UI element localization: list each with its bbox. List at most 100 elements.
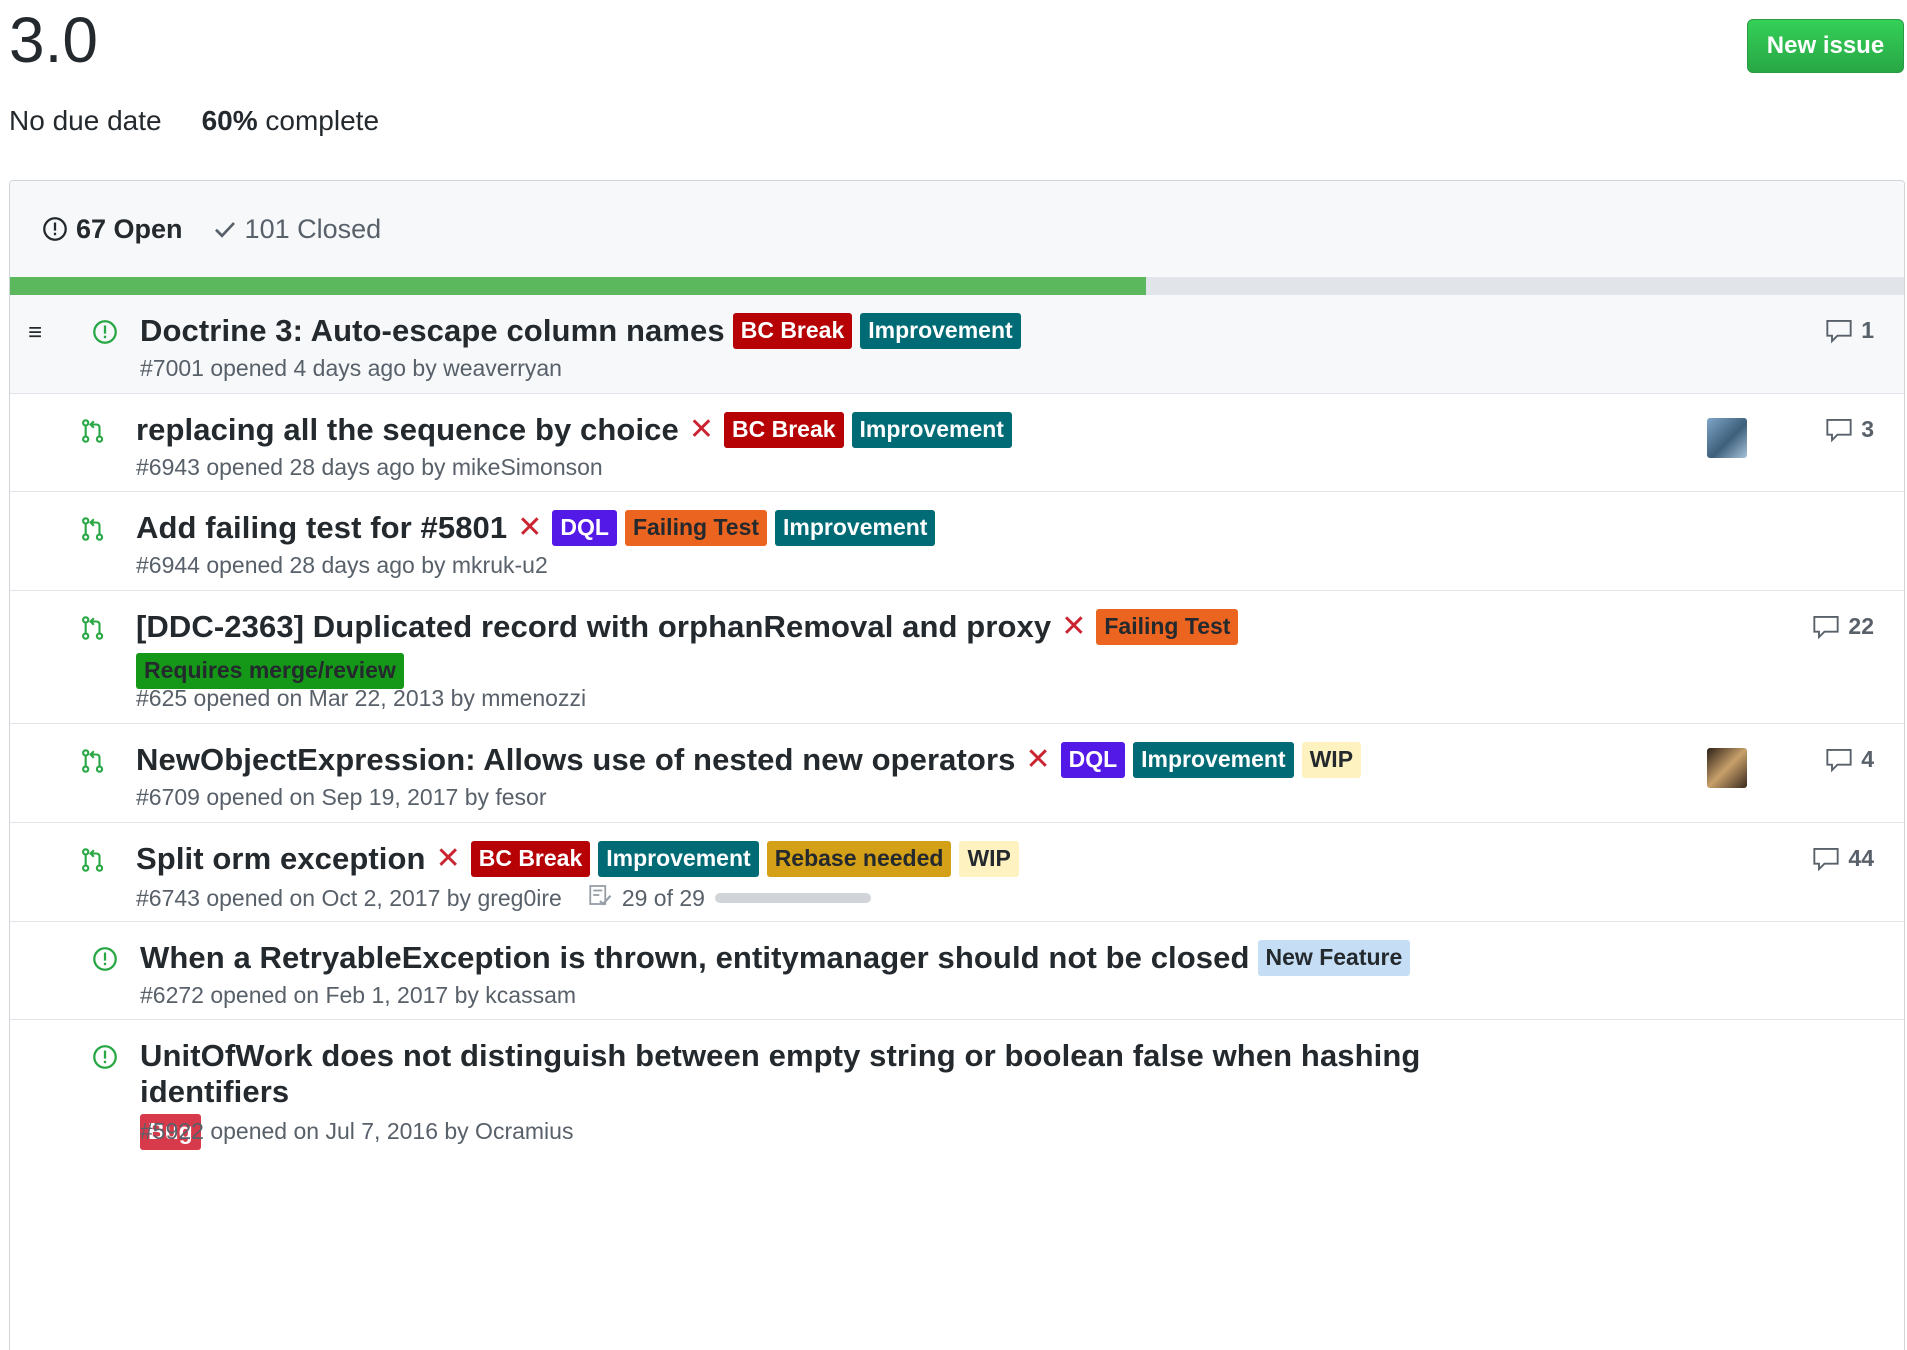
issue-meta-text: #7001 opened 4 days ago by weaverryan: [140, 355, 562, 381]
issue-meta: #5922 opened on Jul 7, 2016 by Ocramius: [140, 1118, 573, 1145]
issue-meta: #625 opened on Mar 22, 2013 by mmenozzi: [136, 685, 586, 712]
issue-meta: #6743 opened on Oct 2, 2017 by greg0ire 2…: [136, 883, 871, 913]
issue-title[interactable]: Add failing test for #5801: [136, 510, 507, 546]
issue-label[interactable]: BC Break: [732, 313, 853, 349]
issue-label[interactable]: Improvement: [860, 313, 1021, 349]
issue-meta-text: #6743 opened on Oct 2, 2017 by greg0ire: [136, 884, 562, 911]
milestone-meta: No due date 60% complete: [9, 105, 379, 137]
comment-icon: [1812, 614, 1840, 640]
ci-failure-icon[interactable]: ✕: [689, 415, 714, 445]
issue-label[interactable]: Improvement: [1133, 742, 1294, 778]
comment-count[interactable]: 44: [1812, 845, 1874, 872]
check-icon: [214, 222, 235, 238]
drag-handle-icon[interactable]: ≡: [28, 319, 42, 347]
comment-icon: [1812, 846, 1840, 872]
issue-label[interactable]: Failing Test: [624, 510, 768, 546]
issue-title-line: When a RetryableException is thrown, ent…: [140, 940, 1411, 976]
issue-label[interactable]: Improvement: [851, 412, 1012, 448]
comment-count[interactable]: 1: [1825, 317, 1874, 344]
issue-title[interactable]: UnitOfWork does not distinguish between …: [140, 1038, 1470, 1110]
milestone-progress-fill: [10, 277, 1147, 295]
issue-meta-text: #6709 opened on Sep 19, 2017 by fesor: [136, 784, 547, 810]
issue-title-line: Doctrine 3: Auto-escape column names BC B…: [140, 313, 1021, 349]
issue-title[interactable]: When a RetryableException is thrown, ent…: [140, 940, 1250, 976]
issue-label[interactable]: Improvement: [598, 841, 759, 877]
task-progress-text: 29 of 29: [621, 884, 705, 911]
closed-filter[interactable]: 101 Closed: [213, 213, 382, 245]
milestone-progress-bar: [10, 277, 1904, 295]
issue-row: ≡ Doctrine 3: Auto-escape column names BC …: [10, 295, 1904, 393]
comment-count[interactable]: 22: [1812, 613, 1874, 640]
issue-label[interactable]: DQL: [552, 510, 617, 546]
issue-label[interactable]: BC Break: [470, 841, 591, 877]
issue-label[interactable]: WIP: [959, 841, 1019, 877]
issue-title[interactable]: Doctrine 3: Auto-escape column names: [140, 313, 725, 349]
ci-failure-icon[interactable]: ✕: [1025, 745, 1050, 775]
pull-request-icon: [80, 847, 106, 873]
comment-count-text: 1: [1861, 317, 1874, 343]
task-list-icon: [588, 883, 612, 913]
comment-count[interactable]: 4: [1825, 746, 1874, 773]
milestone-title: 3.0: [9, 4, 98, 76]
issue-meta: #7001 opened 4 days ago by weaverryan: [140, 355, 562, 382]
issue-title-line: Split orm exception ✕ BC Break Improvement R…: [136, 841, 1019, 877]
issue-row: Add failing test for #5801 ✕ DQL Failing Te…: [10, 491, 1904, 590]
issue-row: NewObjectExpression: Allows use of neste…: [10, 723, 1904, 822]
comment-count-text: 44: [1848, 845, 1874, 871]
completion-percent: 60%: [201, 105, 258, 136]
issue-open-icon: [43, 217, 67, 241]
avatar-fesor[interactable]: [1707, 748, 1747, 788]
issue-meta-text: #625 opened on Mar 22, 2013 by mmenozzi: [136, 685, 587, 711]
issue-label[interactable]: BC Break: [724, 412, 844, 448]
ci-failure-icon[interactable]: ✕: [1061, 612, 1086, 642]
issue-meta-text: #6943 opened 28 days ago by mikeSimonson: [136, 454, 603, 480]
issue-title-line: NewObjectExpression: Allows use of neste…: [136, 742, 1362, 778]
issue-meta: #6944 opened 28 days ago by mkruk-u2: [136, 552, 548, 579]
task-progress-bar: [714, 893, 871, 903]
issue-row: [DDC-2363] Duplicated record with orphan…: [10, 590, 1904, 723]
issue-label[interactable]: New Feature: [1257, 940, 1411, 976]
issues-box: 67 Open 101 Closed ≡ Doctrine 3: Auto-esc…: [9, 180, 1905, 1350]
issue-title[interactable]: replacing all the sequence by choice: [136, 412, 679, 448]
issue-label[interactable]: Requires merge/review: [136, 653, 404, 689]
comment-count-text: 3: [1861, 416, 1874, 442]
issue-title[interactable]: [DDC-2363] Duplicated record with orphan…: [136, 609, 1051, 645]
issue-label[interactable]: Failing Test: [1096, 609, 1239, 645]
issue-title-line: Add failing test for #5801 ✕ DQL Failing Te…: [136, 510, 936, 546]
issue-title[interactable]: NewObjectExpression: Allows use of neste…: [136, 742, 1015, 778]
pull-request-icon: [80, 748, 106, 774]
avatar-mikesimonson[interactable]: [1707, 418, 1747, 458]
issue-label[interactable]: DQL: [1060, 742, 1126, 778]
open-filter[interactable]: 67 Open: [42, 214, 183, 245]
issue-title-line: replacing all the sequence by choice ✕ BC …: [136, 412, 1012, 448]
issue-row: Split orm exception ✕ BC Break Improvement R…: [10, 822, 1904, 921]
issue-meta-text: #6272 opened on Feb 1, 2017 by kcassam: [140, 982, 577, 1008]
closed-count: 101 Closed: [244, 213, 382, 244]
comment-count[interactable]: 3: [1825, 416, 1874, 443]
issues-header: 67 Open 101 Closed: [10, 181, 1904, 277]
issue-title-line: [DDC-2363] Duplicated record with orphan…: [136, 609, 1356, 689]
issue-open-icon: [92, 319, 118, 345]
ci-failure-icon[interactable]: ✕: [517, 513, 542, 543]
completion: 60% complete: [202, 105, 379, 137]
issue-row: replacing all the sequence by choice ✕ BC …: [10, 393, 1904, 491]
issue-meta: #6272 opened on Feb 1, 2017 by kcassam: [140, 982, 576, 1009]
comment-icon: [1825, 417, 1853, 443]
issue-label[interactable]: Rebase needed: [766, 841, 952, 877]
issue-meta: #6943 opened 28 days ago by mikeSimonson: [136, 454, 603, 481]
issue-open-icon: [92, 1044, 118, 1070]
new-issue-button[interactable]: New issue: [1747, 19, 1904, 73]
issue-label[interactable]: WIP: [1301, 742, 1362, 778]
completion-word: complete: [265, 105, 380, 136]
issue-meta-text: #5922 opened on Jul 7, 2016 by Ocramius: [140, 1118, 574, 1144]
comment-count-text: 4: [1861, 746, 1874, 772]
issue-label[interactable]: Improvement: [775, 510, 936, 546]
open-count: 67 Open: [76, 213, 183, 244]
issue-row: UnitOfWork does not distinguish between …: [10, 1019, 1904, 1156]
issue-title[interactable]: Split orm exception: [136, 841, 426, 877]
pull-request-icon: [80, 516, 106, 542]
comment-icon: [1825, 318, 1853, 344]
ci-failure-icon[interactable]: ✕: [436, 844, 461, 874]
pull-request-icon: [80, 615, 106, 641]
pull-request-icon: [80, 418, 106, 444]
